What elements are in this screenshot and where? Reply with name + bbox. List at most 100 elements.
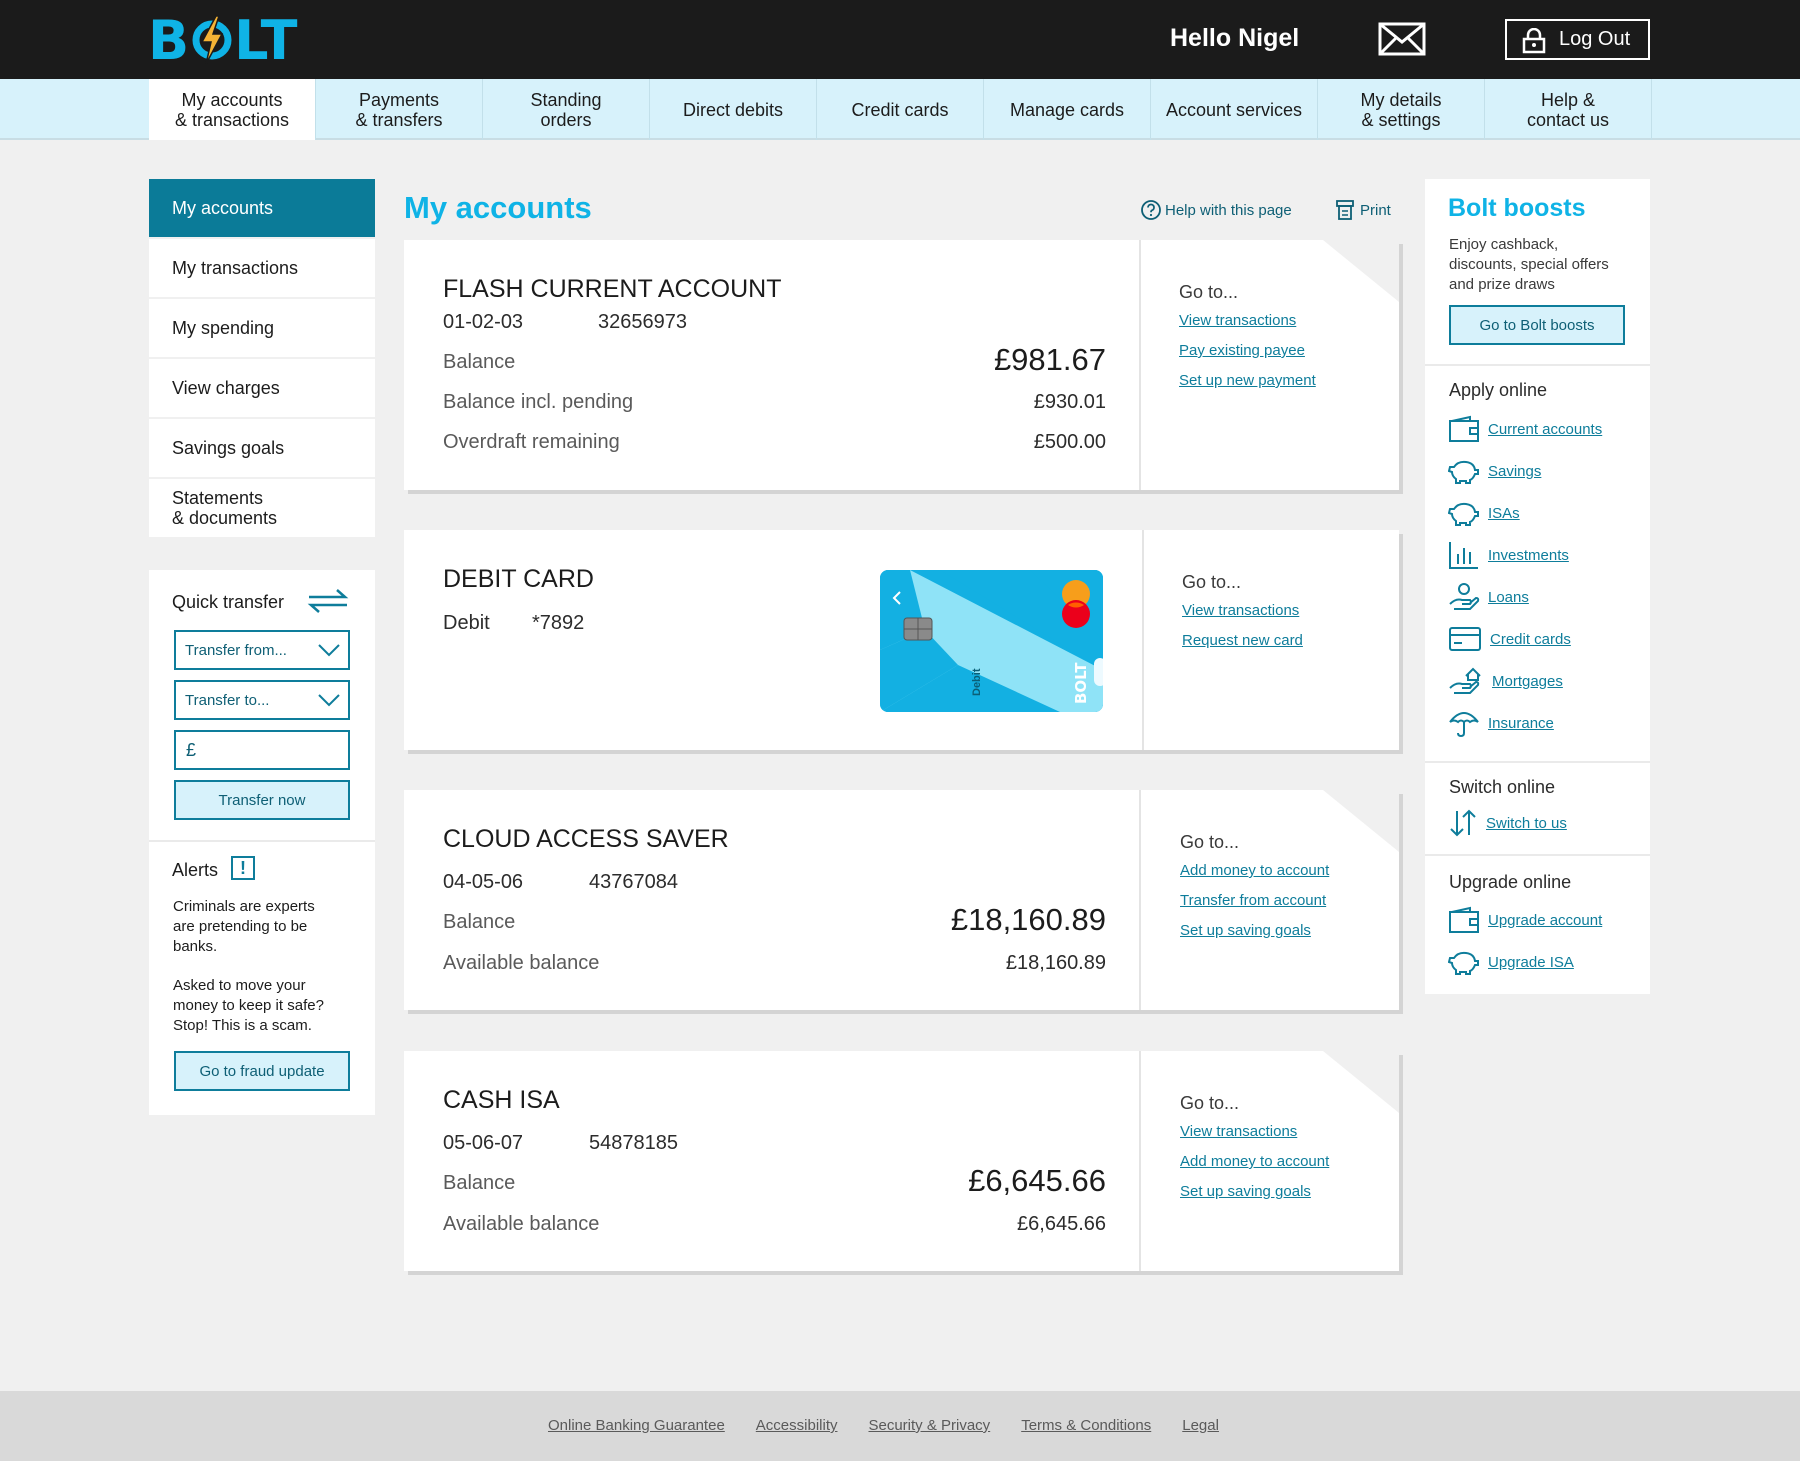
bolt-lightning-icon <box>192 14 232 66</box>
wallet-icon <box>1449 415 1479 442</box>
sidebar-item-view-charges[interactable]: View charges <box>149 359 375 417</box>
card-side-text: Debit <box>971 668 983 696</box>
account-card-cloud-saver: CLOUD ACCESS SAVER 04-05-06 43767084 Bal… <box>404 790 1399 1010</box>
investments-link[interactable]: Investments <box>1488 547 1569 564</box>
sidebar-item-my-spending[interactable]: My spending <box>149 299 375 357</box>
apply-insurance[interactable]: Insurance <box>1448 707 1554 739</box>
sidebar-item-statements[interactable]: Statements & documents <box>149 479 375 537</box>
alert-message-scam: Asked to move your money to keep it safe… <box>173 977 324 1034</box>
insurance-link[interactable]: Insurance <box>1488 715 1554 732</box>
nav-my-accounts[interactable]: My accounts & transactions <box>149 79 316 140</box>
quick-transfer-title: Quick transfer <box>172 592 285 612</box>
transfer-to-select[interactable]: Transfer to... <box>174 680 350 720</box>
credit-cards-link[interactable]: Credit cards <box>1490 631 1571 648</box>
upgrade-online-title: Upgrade online <box>1449 872 1572 892</box>
switch-to-us[interactable]: Switch to us <box>1448 807 1567 839</box>
sidebar-item-savings-goals[interactable]: Savings goals <box>149 419 375 477</box>
view-transactions-link[interactable]: View transactions <box>1179 312 1296 329</box>
go-to-bolt-boosts-button[interactable]: Go to Bolt boosts <box>1449 305 1625 345</box>
nav-account-services[interactable]: Account services <box>1151 79 1318 140</box>
apply-mortgages[interactable]: Mortgages <box>1448 665 1563 697</box>
sidebar-item-my-transactions[interactable]: My transactions <box>149 239 375 297</box>
overdraft-label: Overdraft remaining <box>443 431 620 453</box>
bolt-boosts-title: Bolt boosts <box>1448 194 1586 222</box>
print-link[interactable]: Print <box>1335 199 1391 221</box>
goto-title: Go to... <box>1180 1093 1240 1113</box>
greeting: Hello Nigel <box>1170 24 1300 52</box>
piggy-bank-icon <box>1448 460 1479 484</box>
footer-link-guarantee[interactable]: Online Banking Guarantee <box>548 1417 725 1434</box>
switch-to-us-link[interactable]: Switch to us <box>1486 815 1567 832</box>
apply-investments[interactable]: Investments <box>1448 539 1569 571</box>
upgrade-isa[interactable]: Upgrade ISA <box>1448 946 1574 978</box>
help-link[interactable]: Help with this page <box>1140 199 1292 221</box>
hand-house-icon <box>1449 667 1481 694</box>
mortgages-link[interactable]: Mortgages <box>1492 673 1563 690</box>
upgrade-isa-link[interactable]: Upgrade ISA <box>1488 954 1574 971</box>
available-balance-label: Available balance <box>443 952 600 974</box>
footer-link-security[interactable]: Security & Privacy <box>868 1417 990 1434</box>
nav-manage-cards[interactable]: Manage cards <box>984 79 1151 140</box>
sidebar-item-my-accounts[interactable]: My accounts <box>149 179 375 237</box>
nav-credit-cards[interactable]: Credit cards <box>817 79 984 140</box>
apply-isas[interactable]: ISAs <box>1448 497 1520 529</box>
apply-online-title: Apply online <box>1449 380 1548 400</box>
bolt-logo[interactable]: B LT <box>148 9 298 72</box>
apply-savings[interactable]: Savings <box>1448 455 1541 487</box>
isas-link[interactable]: ISAs <box>1488 505 1520 522</box>
nav-my-details[interactable]: My details & settings <box>1318 79 1485 140</box>
current-accounts-link[interactable]: Current accounts <box>1488 421 1602 438</box>
logout-button[interactable]: Log Out <box>1505 19 1650 60</box>
footer-link-terms[interactable]: Terms & Conditions <box>1021 1417 1151 1434</box>
request-new-card-link[interactable]: Request new card <box>1182 632 1303 649</box>
transfer-now-button[interactable]: Transfer now <box>174 780 350 820</box>
footer-link-accessibility[interactable]: Accessibility <box>756 1417 838 1434</box>
nav-standing-orders[interactable]: Standing orders <box>483 79 650 140</box>
view-transactions-link[interactable]: View transactions <box>1180 1123 1297 1140</box>
apply-current-accounts[interactable]: Current accounts <box>1448 413 1602 445</box>
upgrade-account-link[interactable]: Upgrade account <box>1488 912 1602 929</box>
add-money-link[interactable]: Add money to account <box>1180 862 1329 879</box>
set-up-saving-goals-link[interactable]: Set up saving goals <box>1180 922 1311 939</box>
nav-payments[interactable]: Payments & transfers <box>316 79 483 140</box>
nav-help[interactable]: Help & contact us <box>1485 79 1652 140</box>
apply-credit-cards[interactable]: Credit cards <box>1448 623 1571 655</box>
chevron-down-icon <box>318 644 340 657</box>
sort-code: 04-05-06 <box>443 871 524 893</box>
transfer-from-select[interactable]: Transfer from... <box>174 630 350 670</box>
nav-direct-debits[interactable]: Direct debits <box>650 79 817 140</box>
upgrade-account[interactable]: Upgrade account <box>1448 904 1602 936</box>
account-card-cash-isa: CASH ISA 05-06-07 54878185 Balance £6,64… <box>404 1051 1399 1271</box>
umbrella-icon <box>1449 712 1479 738</box>
transfer-arrows-icon <box>307 589 349 613</box>
set-up-saving-goals-link[interactable]: Set up saving goals <box>1180 1183 1311 1200</box>
help-label: Help with this page <box>1165 201 1292 219</box>
balance-value: £6,645.66 <box>968 1163 1106 1198</box>
set-up-new-payment-link[interactable]: Set up new payment <box>1179 372 1316 389</box>
transfer-from-account-link[interactable]: Transfer from account <box>1180 892 1326 909</box>
view-transactions-link[interactable]: View transactions <box>1182 602 1299 619</box>
credit-card-icon <box>1449 627 1481 651</box>
add-money-link[interactable]: Add money to account <box>1180 1153 1329 1170</box>
fraud-update-button[interactable]: Go to fraud update <box>174 1051 350 1091</box>
account-number: 43767084 <box>589 871 678 893</box>
bolt-boosts-panel: Bolt boosts Enjoy cashback, discounts, s… <box>1425 179 1650 994</box>
savings-link[interactable]: Savings <box>1488 463 1541 480</box>
account-number: 32656973 <box>598 311 687 333</box>
pending-balance-label: Balance incl. pending <box>443 391 634 413</box>
apply-loans[interactable]: Loans <box>1448 581 1529 613</box>
account-card-debit: DEBIT CARD Debit *7892 Debit BOLT Go to.… <box>404 530 1399 750</box>
pay-existing-payee-link[interactable]: Pay existing payee <box>1179 342 1305 359</box>
sort-code: 01-02-03 <box>443 311 524 333</box>
footer-link-legal[interactable]: Legal <box>1182 1417 1219 1434</box>
available-balance-value: £6,645.66 <box>1017 1213 1106 1235</box>
account-number: 54878185 <box>589 1132 678 1154</box>
balance-value: £981.67 <box>993 342 1106 377</box>
mail-icon[interactable] <box>1378 22 1426 56</box>
loans-link[interactable]: Loans <box>1488 589 1529 606</box>
transfer-from-label: Transfer from... <box>185 641 287 659</box>
bar-chart-icon <box>1449 542 1478 569</box>
alerts-title: Alerts <box>172 860 219 880</box>
account-name: CASH ISA <box>443 1086 560 1114</box>
amount-input[interactable]: £ <box>174 730 350 770</box>
